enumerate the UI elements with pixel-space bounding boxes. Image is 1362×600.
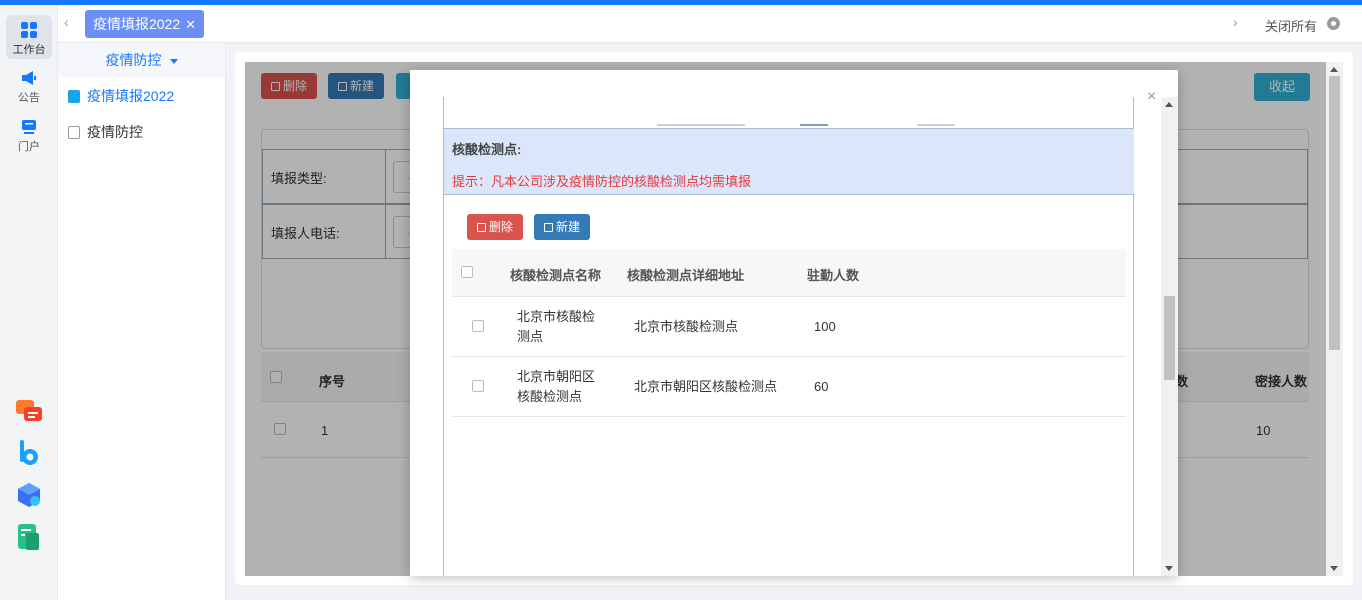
detail-modal: × 核酸检测点: 提示：凡本公司涉及疫情防控的核酸检测点均需填报 删除 新建 核… [410,70,1178,576]
section-title: 核酸检测点: [452,142,522,157]
rail-item-notice[interactable]: 公告 [6,69,52,109]
site-name: 北京市朝阳区 核酸检测点 [517,367,595,407]
megaphone-icon [22,71,36,85]
header-staff-count: 驻勤人数 [807,268,860,283]
modal-create-button[interactable]: 新建 [534,214,591,240]
subtable-select-all-checkbox[interactable] [461,266,473,278]
modal-content: 核酸检测点: 提示：凡本公司涉及疫情防控的核酸检测点均需填报 删除 新建 核酸检… [443,97,1134,576]
caret-down-icon [169,58,178,64]
site-name: 北京市核酸检 测点 [517,307,595,347]
edit-icon [544,223,553,232]
sidebar-item-label: 疫情防控 [87,124,143,140]
gear-icon[interactable] [1327,17,1340,30]
faint-tab-active [800,124,828,126]
site-name-line: 测点 [517,329,544,344]
close-icon[interactable]: × [1147,88,1156,106]
section-header: 核酸检测点: 提示：凡本公司涉及疫情防控的核酸检测点均需填报 [444,128,1134,195]
grid-icon [21,22,37,38]
row-checkbox[interactable] [472,380,484,392]
scroll-thumb[interactable] [1164,296,1175,380]
faint-tab [657,124,745,126]
section-tip: 提示：凡本公司涉及疫情防控的核酸检测点均需填报 [452,174,752,189]
rail-item-workbench[interactable]: 工作台 [6,15,52,59]
row-checkbox[interactable] [472,320,484,332]
header-site-address: 核酸检测点详细地址 [627,268,745,283]
modal-scrollbar[interactable] [1161,97,1178,576]
site-name-line: 北京市核酸检 [517,309,596,324]
scroll-down-arrow-icon[interactable] [1165,566,1173,571]
form-icon [68,90,80,103]
sidebar-item-label: 疫情填报2022 [87,88,175,104]
sidebar-item-report-2022[interactable]: 疫情填报2022 [68,85,174,107]
site-name-line: 北京市朝阳区 [517,369,596,384]
header-site-name: 核酸检测点名称 [510,268,602,283]
sidebar-group-header[interactable]: 疫情防控 [58,43,225,77]
rail-item-label: 门户 [18,141,40,153]
sidebar-item-epidemic[interactable]: 疫情防控 [68,121,143,143]
rail-item-label: 公告 [18,92,40,104]
tab-label: 疫情填报2022 [93,16,181,32]
close-all-button[interactable]: 关闭所有 [1265,16,1317,35]
site-staff: 60 [814,379,829,394]
site-address: 北京市核酸检测点 [634,319,739,334]
site-name-line: 核酸检测点 [517,389,583,404]
scroll-up-arrow-icon[interactable] [1330,67,1338,72]
subtable-header: 核酸检测点名称 核酸检测点详细地址 驻勤人数 [452,249,1126,297]
table-row[interactable]: 北京市朝阳区 核酸检测点 北京市朝阳区核酸检测点 60 [452,357,1126,417]
tab-next-button[interactable]: › [1233,14,1238,30]
chat-app-icon[interactable] [15,397,43,425]
scroll-thumb[interactable] [1329,76,1340,350]
rail-item-portal[interactable]: 门户 [6,118,52,158]
trash-icon [477,223,486,232]
sidebar-group-label: 疫情防控 [105,52,162,68]
sidebar: 疫情防控 疫情填报2022 疫情防控 [58,43,226,600]
modal-delete-button[interactable]: 删除 [467,214,524,240]
cube-app-icon[interactable] [15,481,43,509]
site-staff: 100 [814,319,836,334]
doc-app-icon[interactable] [15,523,43,551]
faint-tab [917,124,955,126]
tab-bar: ‹ 疫情填报2022 ✕ › 关闭所有 [58,5,1362,43]
tab-active[interactable]: 疫情填报2022 ✕ [85,10,205,38]
scroll-up-arrow-icon[interactable] [1165,102,1173,107]
modal-delete-label: 删除 [489,220,514,234]
app-rail: 工作台 公告 门户 [0,5,58,600]
document-icon [68,126,80,139]
modal-create-label: 新建 [556,220,581,234]
portal-icon [22,120,36,134]
b-app-icon[interactable] [15,439,43,467]
site-address: 北京市朝阳区核酸检测点 [634,379,778,394]
table-row[interactable]: 北京市核酸检 测点 北京市核酸检测点 100 [452,297,1126,357]
rail-item-label: 工作台 [12,44,46,56]
scroll-down-arrow-icon[interactable] [1330,566,1338,571]
page-scrollbar[interactable] [1326,62,1343,576]
tab-prev-button[interactable]: ‹ [64,14,69,30]
tab-close-icon[interactable]: ✕ [185,17,196,32]
